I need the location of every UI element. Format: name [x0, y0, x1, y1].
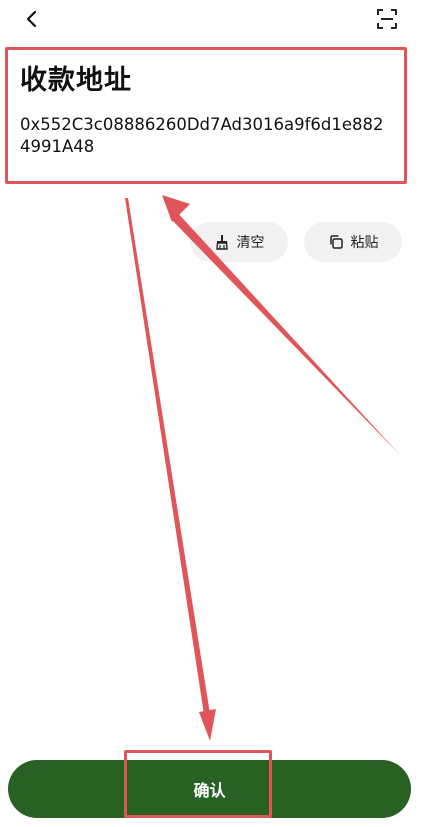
back-button[interactable] [18, 6, 44, 32]
address-value[interactable]: 0x552C3c08886260Dd7Ad3016a9f6d1e8824991A… [20, 114, 390, 158]
broom-icon [214, 234, 230, 250]
scan-button[interactable] [372, 4, 402, 34]
arrow-to-address-head [162, 195, 190, 222]
confirm-button-label: 确认 [193, 781, 226, 800]
address-title: 收款地址 [20, 65, 132, 96]
clear-button-label: 清空 [236, 235, 265, 251]
clear-button[interactable]: 清空 [190, 222, 288, 262]
copy-icon [328, 234, 344, 250]
paste-button[interactable]: 粘贴 [304, 222, 402, 262]
arrow-to-confirm-head [199, 709, 216, 741]
top-bar [0, 0, 421, 40]
scan-frame-icon [377, 9, 397, 29]
paste-button-label: 粘贴 [350, 235, 379, 251]
chevron-left-icon [26, 10, 37, 28]
confirm-button[interactable]: 确认 [8, 760, 411, 818]
arrow-to-confirm [125, 198, 211, 721]
address-input-card[interactable]: 收款地址 0x552C3c08886260Dd7Ad3016a9f6d1e882… [5, 47, 407, 184]
